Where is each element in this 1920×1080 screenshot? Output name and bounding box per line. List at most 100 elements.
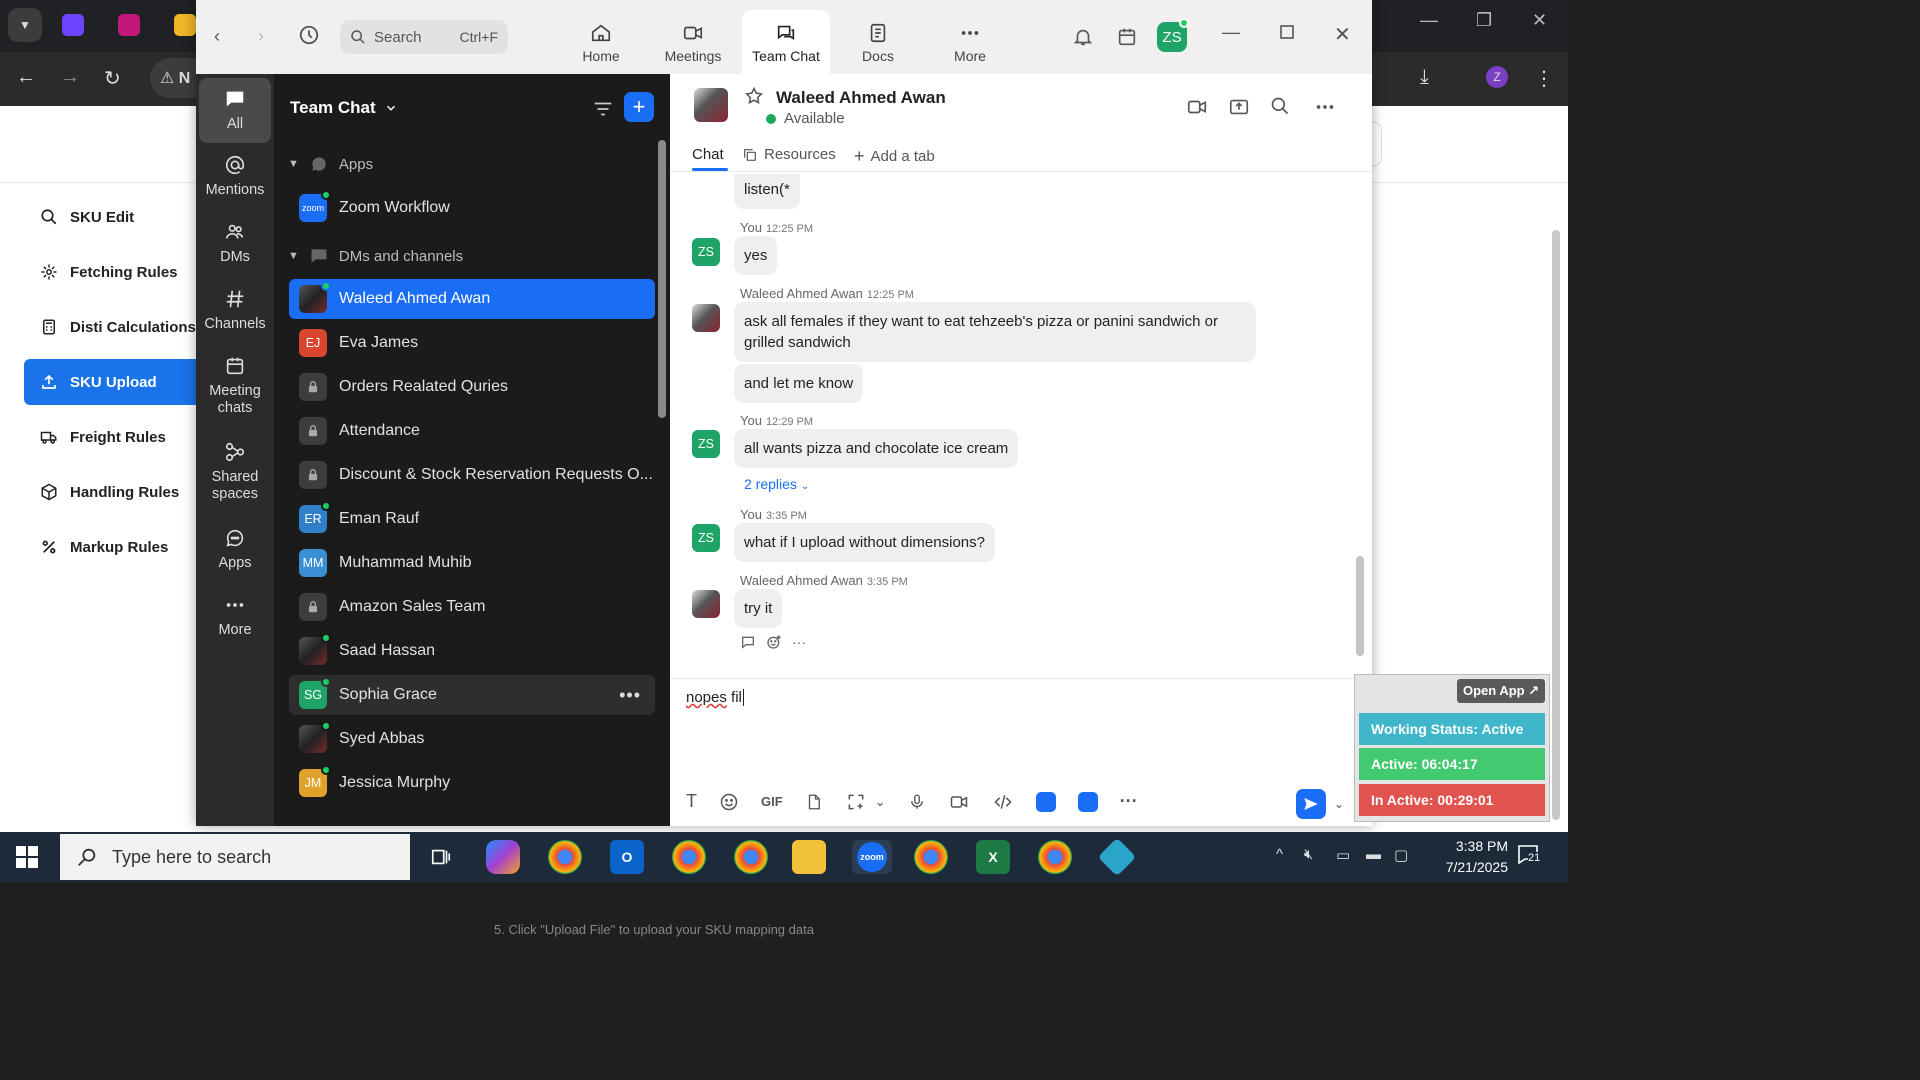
filter-icon[interactable] [592,98,614,123]
rail-mentions[interactable]: Mentions [199,154,271,199]
pinned-tab-icon[interactable] [118,14,140,36]
replies-link[interactable]: 2 replies ⌄ [744,476,809,492]
list-title[interactable]: Team Chat [290,98,398,118]
screenshot-icon[interactable] [845,792,867,812]
message-bubble[interactable]: what if I upload without dimensions? [734,523,995,562]
chat-tab-resources[interactable]: Resources [742,146,836,163]
side-nav-item-disti-calculations[interactable]: Disti Calculations [24,304,196,350]
video-message-icon[interactable] [948,792,970,812]
rail-channels[interactable]: Channels [199,288,271,333]
section-apps[interactable]: ▼ Apps [288,154,373,174]
tab-meetings[interactable]: Meetings [650,10,736,74]
message-bubble[interactable]: try it [734,589,783,628]
message-bubble[interactable]: yes [734,236,778,275]
download-icon[interactable]: ⤓ [1420,66,1429,89]
pinned-tab-icon[interactable] [62,14,84,36]
list-item[interactable]: Saad Hassan [289,631,655,671]
excel-icon[interactable]: X [976,840,1010,874]
taskbar-search[interactable]: Type here to search [60,834,410,880]
side-nav-item-freight-rules[interactable]: Freight Rules [24,414,196,460]
chat-tab-chat[interactable]: Chat [692,146,724,163]
browser-close-icon[interactable]: ✕ [1532,10,1547,31]
list-item[interactable]: Discount & Stock Reservation Requests O.… [289,455,655,495]
gif-icon[interactable]: GIF [761,794,783,809]
tab-more[interactable]: More [927,10,1013,74]
calendar-icon[interactable] [1116,26,1138,48]
file-icon[interactable] [805,792,823,812]
chat-scrollbar[interactable] [1356,556,1364,656]
minimize-icon[interactable]: — [1222,22,1240,43]
contact-name[interactable]: Waleed Ahmed Awan [776,88,946,108]
list-scrollbar[interactable] [658,140,666,418]
history-icon[interactable] [298,24,320,46]
back-icon[interactable]: ‹ [214,26,220,47]
sender-avatar[interactable]: ZS [692,238,720,266]
chrome-profile-icon[interactable] [734,840,768,874]
back-icon[interactable]: ← [16,66,36,89]
message-composer[interactable]: nopes fil T GIF ⌄ ··· ⌄ [670,678,1372,826]
rail-all[interactable]: All [199,78,271,144]
maximize-icon[interactable] [1279,24,1295,40]
chrome-profile-icon[interactable] [672,840,706,874]
chevron-up-icon[interactable]: ^ [1276,846,1283,863]
list-item[interactable]: SG Sophia Grace ••• [289,675,655,715]
more-icon[interactable]: ··· [1120,791,1138,812]
sender-avatar[interactable]: ZS [692,430,720,458]
video-call-icon[interactable] [1186,96,1208,121]
rail-shared-spaces[interactable]: Shared spaces [199,441,271,504]
message-bubble[interactable]: and let me know [734,364,864,403]
browser-menu-icon[interactable]: ⋮ [1534,66,1554,91]
send-button[interactable] [1296,789,1326,819]
code-icon[interactable] [992,792,1014,812]
rail-meeting-chats[interactable]: Meeting chats [199,355,271,418]
side-nav-item-sku-edit[interactable]: SKU Edit [24,194,196,240]
list-item[interactable]: Orders Realated Quries [289,367,655,407]
side-nav-item-fetching-rules[interactable]: Fetching Rules [24,249,196,295]
page-scrollbar[interactable] [1552,230,1560,820]
bell-icon[interactable] [1072,26,1094,48]
list-item-zoom-workflow[interactable]: zoom Zoom Workflow [289,188,655,228]
more-icon[interactable]: ··· [792,634,806,650]
composer-text[interactable]: nopes fil [686,689,744,706]
sender-avatar[interactable]: ZS [692,524,720,552]
network-icon[interactable]: ▢ [1394,846,1408,864]
close-icon[interactable]: ✕ [1334,22,1351,47]
rail-dms[interactable]: DMs [199,221,271,266]
sender-avatar[interactable] [692,304,720,332]
windows-start-icon[interactable] [16,846,38,871]
chrome-icon[interactable] [548,840,582,874]
tab-home[interactable]: Home [558,10,644,74]
sender-avatar[interactable] [692,590,720,618]
mute-icon[interactable]: 🔇︎ [1304,846,1313,863]
clock[interactable]: 3:38 PM 7/21/2025 [1418,836,1508,878]
format-text-icon[interactable]: T [686,791,697,812]
list-item[interactable]: JM Jessica Murphy [289,763,655,803]
chat-app-icon[interactable] [1077,791,1098,812]
forward-icon[interactable]: › [258,26,264,47]
task-view-icon[interactable] [424,840,458,874]
side-nav-item-handling-rules[interactable]: Handling Rules [24,469,196,515]
file-explorer-icon[interactable] [792,840,826,874]
tab-team-chat[interactable]: Team Chat [742,10,830,74]
chevron-down-icon[interactable]: ⌄ [875,794,886,810]
open-app-button[interactable]: Open App ↗ [1457,679,1546,703]
star-icon[interactable] [744,86,764,109]
message-bubble[interactable]: all wants pizza and chocolate ice cream [734,429,1019,468]
list-item[interactable]: MM Muhammad Muhib [289,543,655,583]
chrome-profile-icon[interactable] [1038,840,1072,874]
side-nav-item-sku-upload[interactable]: SKU Upload [24,359,196,405]
reply-icon[interactable] [740,634,756,650]
profile-avatar[interactable]: Z [1486,66,1508,88]
device-icon[interactable]: ▭ [1336,846,1350,864]
microphone-icon[interactable] [908,792,926,812]
message-bubble[interactable]: ask all females if they want to eat tehz… [734,302,1256,362]
chat-tab-add[interactable]: + Add a tab [854,146,935,167]
rail-apps[interactable]: Apps [199,527,271,572]
list-item[interactable]: ER Eman Rauf [289,499,655,539]
list-item[interactable]: Waleed Ahmed Awan [289,279,655,319]
list-item[interactable]: EJ Eva James [289,323,655,363]
search-icon[interactable] [1270,96,1290,119]
battery-icon[interactable]: ▬ [1366,846,1381,863]
section-dms-channels[interactable]: ▼ DMs and channels [288,246,463,266]
contact-avatar[interactable] [694,88,728,122]
